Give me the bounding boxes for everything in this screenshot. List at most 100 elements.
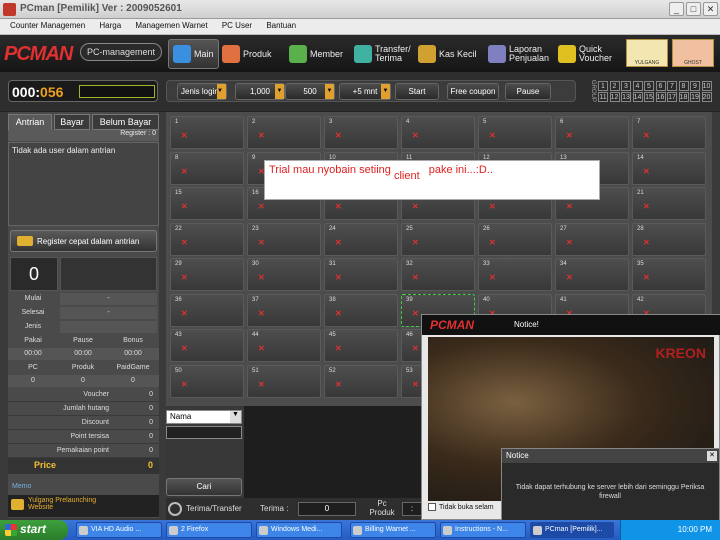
taskbar-item[interactable]: Windows Medi... [256,522,342,538]
group-button-16[interactable]: 16 [655,92,666,102]
pc-management-button[interactable]: PC-management [80,43,162,61]
group-button-13[interactable]: 13 [621,92,631,102]
pc-tile-6[interactable]: 6 ✕ [555,116,629,149]
cari-button[interactable]: Cari [166,478,242,496]
queue-list[interactable]: Tidak ada user dalam antrian [8,142,159,226]
nama-select[interactable]: Nama ▼ [166,410,242,424]
pc-tile-23[interactable]: 23 ✕ [247,222,321,256]
pc-tile-22[interactable]: 22 ✕ [170,222,244,256]
menu-bantuan[interactable]: Bantuan [260,19,302,32]
amount-select[interactable]: 1,000 ▼ [235,83,285,100]
pc-tile-33[interactable]: 33 ✕ [478,258,552,291]
group-button-7[interactable]: 7 [667,81,677,91]
menu-managemen-warnet[interactable]: Managemen Warnet [129,19,213,32]
group-button-10[interactable]: 10 [701,81,712,91]
laporan-button[interactable]: Laporan Penjualan [484,39,553,69]
group-button-20[interactable]: 20 [701,92,712,102]
group-button-2[interactable]: 2 [609,81,620,91]
free-coupon-button[interactable]: Free coupon [447,83,499,100]
menu-pc-user[interactable]: PC User [216,19,258,32]
pc-tile-29[interactable]: 29 ✕ [170,258,244,291]
member-button[interactable]: Member [285,39,347,69]
pc-tile-43[interactable]: 43 ✕ [170,329,244,362]
pc-tile-2[interactable]: 2 ✕ [247,116,321,149]
pc-tile-32[interactable]: 32 ✕ [401,258,475,291]
kas-kecil-button[interactable]: Kas Kecil [414,39,481,69]
pc-tile-52[interactable]: 52 ✕ [324,364,398,398]
tab-antrian[interactable]: Antrian [8,114,52,130]
pause-button[interactable]: Pause [505,83,551,100]
group-button-8[interactable]: 8 [678,81,689,91]
pc-tile-31[interactable]: 31 ✕ [324,258,398,291]
promo-brand: KREON [655,345,706,361]
pc-tile-14[interactable]: 14 ✕ [632,151,706,185]
taskbar-item[interactable]: 2 Firefox [166,522,252,538]
promo-checkbox[interactable]: Tidak buka selam [428,503,494,511]
produk-button[interactable]: Produk [218,39,276,69]
yulgang-button[interactable]: YULGANG [626,39,668,67]
pc-tile-27[interactable]: 27 ✕ [555,222,629,256]
news-ticker[interactable]: Yulgang Prelaunching Website [8,495,159,517]
transfer-button[interactable]: Transfer/ Terima [350,39,415,69]
pc-tile-50[interactable]: 50 ✕ [170,364,244,398]
counter-input[interactable] [79,85,155,98]
start-button[interactable]: start [0,520,68,540]
pc-tile-34[interactable]: 34 ✕ [555,258,629,291]
pc-tile-24[interactable]: 24 ✕ [324,222,398,256]
group-button-6[interactable]: 6 [655,81,666,91]
memo-link[interactable]: Memo [8,480,159,494]
group-button-19[interactable]: 19 [690,92,700,102]
group-button-3[interactable]: 3 [621,81,631,91]
pc-tile-36[interactable]: 36 ✕ [170,293,244,327]
plus-time-select[interactable]: +5 mnt ▼ [339,83,391,100]
pc-tile-1[interactable]: 1 ✕ [170,116,244,149]
pc-tile-38[interactable]: 38 ✕ [324,293,398,327]
main-button[interactable]: Main [168,39,219,69]
pc-tile-51[interactable]: 51 ✕ [247,364,321,398]
start-button[interactable]: Start [395,83,439,100]
group-button-5[interactable]: 5 [644,81,654,91]
pc-tile-26[interactable]: 26 ✕ [478,222,552,256]
pc-tile-45[interactable]: 45 ✕ [324,329,398,362]
group-button-18[interactable]: 18 [678,92,689,102]
pc-tile-21[interactable]: 21 ✕ [632,187,706,220]
group-button-12[interactable]: 12 [609,92,620,102]
group-button-11[interactable]: 11 [598,92,608,102]
pc-tile-7[interactable]: 7 ✕ [632,116,706,149]
taskbar-item[interactable]: Billing Warnet ... [350,522,436,538]
pc-tile-25[interactable]: 25 ✕ [401,222,475,256]
pc-tile-5[interactable]: 5 ✕ [478,116,552,149]
group-button-15[interactable]: 15 [644,92,654,102]
group-button-17[interactable]: 17 [667,92,677,102]
pc-tile-30[interactable]: 30 ✕ [247,258,321,291]
tab-bayar[interactable]: Bayar [54,114,90,130]
pc-tile-28[interactable]: 28 ✕ [632,222,706,256]
group-button-1[interactable]: 1 [598,81,608,91]
amount2-select[interactable]: 500 ▼ [285,83,335,100]
taskbar-item[interactable]: Instructions - N... [440,522,526,538]
maximize-button[interactable]: □ [686,2,701,16]
menu-counter-managemen[interactable]: Counter Managemen [4,19,91,32]
jenis-login-select[interactable]: Jenis login ▼ [177,83,227,100]
menu-harga[interactable]: Harga [93,19,127,32]
notice-close-button[interactable]: ✕ [707,451,717,461]
register-queue-button[interactable]: Register cepat dalam antrian [10,230,157,252]
pc-tile-37[interactable]: 37 ✕ [247,293,321,327]
close-button[interactable]: ✕ [703,2,718,16]
ghost-button[interactable]: GHOST [672,39,714,67]
pc-tile-35[interactable]: 35 ✕ [632,258,706,291]
pc-tile-44[interactable]: 44 ✕ [247,329,321,362]
pc-tile-8[interactable]: 8 ✕ [170,151,244,185]
pc-tile-4[interactable]: 4 ✕ [401,116,475,149]
group-button-9[interactable]: 9 [690,81,700,91]
nama-search-input[interactable] [166,426,242,439]
taskbar-item[interactable]: VIA HD Audio ... [76,522,162,538]
taskbar-item[interactable]: PCman [Pemilik]... [530,522,614,538]
quick-voucher-button[interactable]: Quick Voucher [554,39,616,69]
pc-tile-15[interactable]: 15 ✕ [170,187,244,220]
tab-belum-bayar[interactable]: Belum Bayar [92,114,159,130]
group-button-14[interactable]: 14 [632,92,643,102]
minimize-button[interactable]: _ [669,2,684,16]
group-button-4[interactable]: 4 [632,81,643,91]
pc-tile-3[interactable]: 3 ✕ [324,116,398,149]
